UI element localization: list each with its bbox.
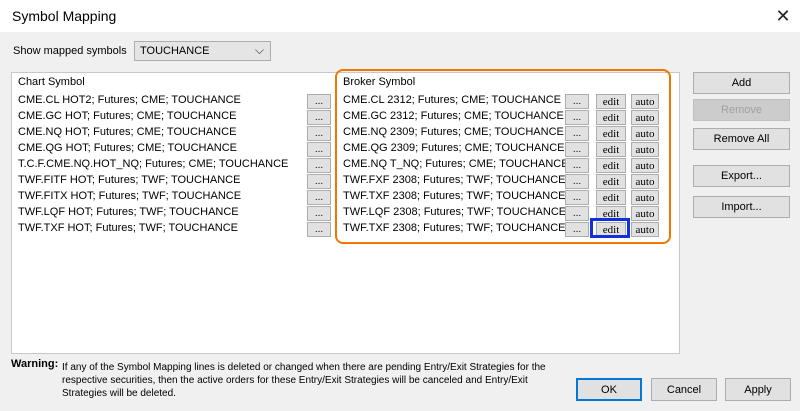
auto-button[interactable]: auto bbox=[631, 94, 659, 109]
auto-button[interactable]: auto bbox=[631, 222, 659, 237]
auto-button[interactable]: auto bbox=[631, 158, 659, 173]
ok-button[interactable]: OK bbox=[576, 378, 642, 401]
edit-button[interactable]: edit bbox=[596, 126, 626, 141]
close-icon[interactable]: ✕ bbox=[771, 4, 795, 28]
auto-button[interactable]: auto bbox=[631, 142, 659, 157]
broker-symbol-header: Broker Symbol bbox=[343, 76, 416, 88]
window-title: Symbol Mapping bbox=[12, 8, 117, 24]
broker-symbol-browse-button[interactable]: ... bbox=[565, 126, 589, 141]
chart-symbol-browse-button[interactable]: ... bbox=[307, 222, 331, 237]
chart-symbol-cell[interactable]: CME.CL HOT2; Futures; CME; TOUCHANCE bbox=[18, 94, 241, 106]
broker-symbol-browse-button[interactable]: ... bbox=[565, 222, 589, 237]
broker-symbol-cell[interactable]: CME.GC 2312; Futures; CME; TOUCHANCE bbox=[343, 110, 564, 122]
broker-symbol-cell[interactable]: TWF.FXF 2308; Futures; TWF; TOUCHANCE bbox=[343, 174, 565, 186]
auto-button[interactable]: auto bbox=[631, 126, 659, 141]
edit-button[interactable]: edit bbox=[596, 174, 626, 189]
broker-symbol-cell[interactable]: TWF.LQF 2308; Futures; TWF; TOUCHANCE bbox=[343, 206, 566, 218]
chart-symbol-browse-button[interactable]: ... bbox=[307, 206, 331, 221]
auto-button[interactable]: auto bbox=[631, 174, 659, 189]
chart-symbol-cell[interactable]: TWF.FITX HOT; Futures; TWF; TOUCHANCE bbox=[18, 190, 241, 202]
broker-symbol-browse-button[interactable]: ... bbox=[565, 174, 589, 189]
broker-symbol-browse-button[interactable]: ... bbox=[565, 110, 589, 125]
chart-symbol-browse-button[interactable]: ... bbox=[307, 158, 331, 173]
chart-symbol-header: Chart Symbol bbox=[18, 76, 85, 88]
edit-button[interactable]: edit bbox=[596, 190, 626, 205]
chart-symbol-browse-button[interactable]: ... bbox=[307, 190, 331, 205]
apply-button[interactable]: Apply bbox=[725, 378, 791, 401]
broker-symbol-cell[interactable]: CME.NQ T_NQ; Futures; CME; TOUCHANCE bbox=[343, 158, 569, 170]
edit-button[interactable]: edit bbox=[596, 206, 626, 221]
broker-symbol-cell[interactable]: TWF.TXF 2308; Futures; TWF; TOUCHANCE bbox=[343, 222, 565, 234]
auto-button[interactable]: auto bbox=[631, 190, 659, 205]
broker-symbol-browse-button[interactable]: ... bbox=[565, 190, 589, 205]
chart-symbol-cell[interactable]: TWF.TXF HOT; Futures; TWF; TOUCHANCE bbox=[18, 222, 238, 234]
chart-symbol-browse-button[interactable]: ... bbox=[307, 94, 331, 109]
cancel-button[interactable]: Cancel bbox=[651, 378, 717, 401]
edit-button[interactable]: edit bbox=[596, 110, 626, 125]
edit-button[interactable]: edit bbox=[596, 222, 626, 237]
broker-symbol-browse-button[interactable]: ... bbox=[565, 142, 589, 157]
show-mapped-symbols-dropdown[interactable]: TOUCHANCE ⌵ bbox=[134, 41, 271, 61]
chart-symbol-cell[interactable]: CME.GC HOT; Futures; CME; TOUCHANCE bbox=[18, 110, 236, 122]
chart-symbol-cell[interactable]: T.C.F.CME.NQ.HOT_NQ; Futures; CME; TOUCH… bbox=[18, 158, 288, 170]
broker-symbol-cell[interactable]: CME.CL 2312; Futures; CME; TOUCHANCE bbox=[343, 94, 561, 106]
chart-symbol-cell[interactable]: TWF.FITF HOT; Futures; TWF; TOUCHANCE bbox=[18, 174, 240, 186]
title-bar bbox=[0, 0, 800, 32]
broker-symbol-browse-button[interactable]: ... bbox=[565, 158, 589, 173]
auto-button[interactable]: auto bbox=[631, 206, 659, 221]
broker-symbol-cell[interactable]: TWF.TXF 2308; Futures; TWF; TOUCHANCE bbox=[343, 190, 565, 202]
add-button[interactable]: Add bbox=[693, 72, 790, 94]
chart-symbol-cell[interactable]: CME.QG HOT; Futures; CME; TOUCHANCE bbox=[18, 142, 237, 154]
broker-symbol-cell[interactable]: CME.QG 2309; Futures; CME; TOUCHANCE bbox=[343, 142, 564, 154]
warning-label: Warning: bbox=[11, 358, 59, 370]
import-button[interactable]: Import... bbox=[693, 196, 790, 218]
edit-button[interactable]: edit bbox=[596, 142, 626, 157]
chart-symbol-browse-button[interactable]: ... bbox=[307, 174, 331, 189]
show-mapped-symbols-label: Show mapped symbols bbox=[13, 45, 127, 57]
remove-button[interactable]: Remove bbox=[693, 99, 790, 121]
dropdown-value: TOUCHANCE bbox=[140, 45, 210, 57]
chart-symbol-cell[interactable]: TWF.LQF HOT; Futures; TWF; TOUCHANCE bbox=[18, 206, 239, 218]
edit-button[interactable]: edit bbox=[596, 94, 626, 109]
broker-symbol-browse-button[interactable]: ... bbox=[565, 206, 589, 221]
chart-symbol-cell[interactable]: CME.NQ HOT; Futures; CME; TOUCHANCE bbox=[18, 126, 236, 138]
broker-symbol-browse-button[interactable]: ... bbox=[565, 94, 589, 109]
broker-symbol-cell[interactable]: CME.NQ 2309; Futures; CME; TOUCHANCE bbox=[343, 126, 564, 138]
warning-text: If any of the Symbol Mapping lines is de… bbox=[62, 362, 546, 399]
chart-symbol-browse-button[interactable]: ... bbox=[307, 126, 331, 141]
chevron-down-icon: ⌵ bbox=[254, 43, 264, 57]
chart-symbol-browse-button[interactable]: ... bbox=[307, 110, 331, 125]
auto-button[interactable]: auto bbox=[631, 110, 659, 125]
export-button[interactable]: Export... bbox=[693, 165, 790, 187]
edit-button[interactable]: edit bbox=[596, 158, 626, 173]
chart-symbol-browse-button[interactable]: ... bbox=[307, 142, 331, 157]
remove-all-button[interactable]: Remove All bbox=[693, 128, 790, 150]
